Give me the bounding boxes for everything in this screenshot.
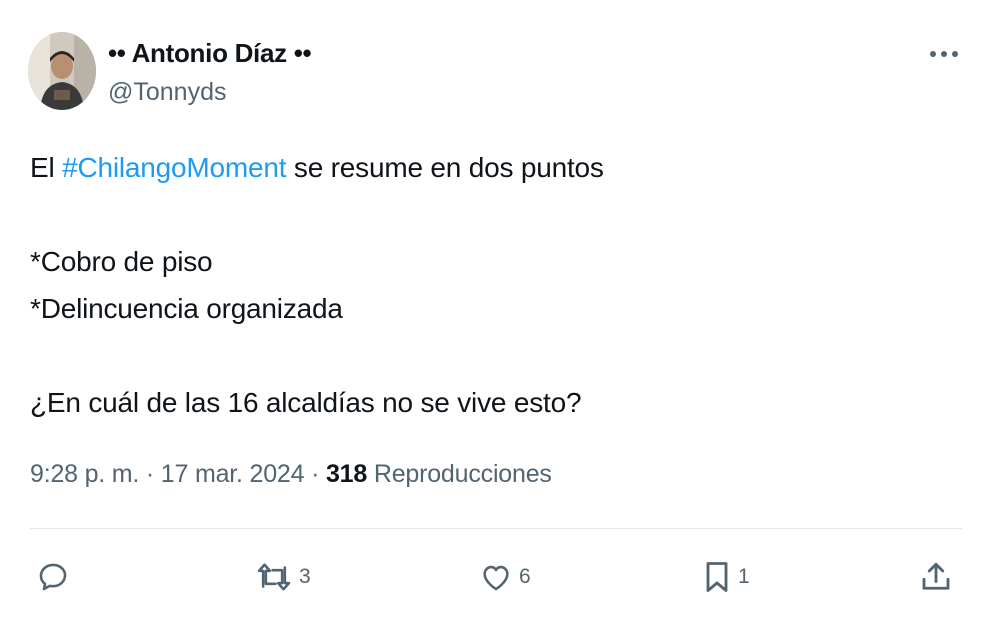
- retweet-button[interactable]: 3: [255, 556, 311, 598]
- tweet-time[interactable]: 9:28 p. m.: [30, 460, 139, 488]
- retweet-icon: [255, 560, 293, 594]
- like-count: 6: [519, 565, 531, 588]
- share-icon: [918, 559, 954, 595]
- tweet-text: El #ChilangoMoment se resume en dos punt…: [30, 144, 960, 426]
- tweet-meta: 9:28 p. m. · 17 mar. 2024 · 318 Reproduc…: [30, 460, 552, 488]
- retweet-count: 3: [299, 565, 311, 588]
- tweet-card: •• Antonio Díaz •• @Tonnyds El #Chilango…: [0, 0, 1005, 620]
- reply-icon: [36, 560, 70, 594]
- tweet-line: El #ChilangoMoment se resume en dos punt…: [30, 152, 604, 183]
- bookmark-count: 1: [738, 565, 750, 588]
- tweet-line: ¿En cuál de las 16 alcaldías no se vive …: [30, 387, 582, 418]
- tweet-line: [30, 191, 960, 238]
- bookmark-icon: [702, 559, 732, 595]
- avatar[interactable]: [28, 32, 96, 110]
- tweet-line: [30, 332, 960, 379]
- tweet-date[interactable]: 17 mar. 2024: [161, 460, 305, 488]
- avatar-image: [28, 32, 96, 110]
- author-display-name[interactable]: •• Antonio Díaz ••: [108, 38, 312, 69]
- hashtag-link[interactable]: #ChilangoMoment: [62, 152, 286, 183]
- author-handle[interactable]: @Tonnyds: [108, 78, 227, 107]
- views-count[interactable]: 318: [326, 460, 367, 488]
- tweet-line: *Cobro de piso: [30, 246, 213, 277]
- tweet-line: *Delincuencia organizada: [30, 293, 343, 324]
- bookmark-button[interactable]: 1: [702, 556, 750, 598]
- divider: [30, 528, 962, 529]
- views-label[interactable]: Reproducciones: [367, 460, 552, 488]
- more-options-button[interactable]: [920, 38, 968, 70]
- like-button[interactable]: 6: [479, 556, 531, 598]
- share-button[interactable]: [918, 556, 954, 598]
- heart-icon: [479, 560, 513, 594]
- more-horizontal-icon: [929, 50, 959, 58]
- reply-button[interactable]: [36, 556, 76, 598]
